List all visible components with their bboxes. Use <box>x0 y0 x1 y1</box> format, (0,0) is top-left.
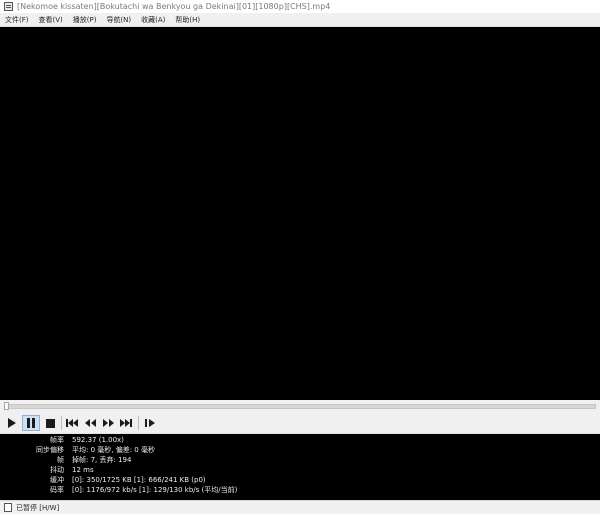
stat-row-jitter: 抖动 12 ms <box>0 466 600 475</box>
stat-value: 平均: 0 毫秒, 偏差: 0 毫秒 <box>72 446 155 454</box>
menu-view[interactable]: 查看(V) <box>34 15 68 25</box>
menu-play[interactable]: 播放(P) <box>68 15 102 25</box>
previous-button[interactable] <box>64 415 80 431</box>
play-button[interactable] <box>4 415 20 431</box>
status-text: 已暂停 [H/W] <box>16 503 60 512</box>
rewind-icon <box>84 419 96 427</box>
stat-label: 缓冲 <box>50 476 64 484</box>
frame-step-button[interactable] <box>142 415 158 431</box>
stat-row-frames: 帧 掉帧: 7, 丢弃: 194 <box>0 456 600 465</box>
stop-icon <box>45 418 55 428</box>
fast-forward-icon <box>102 419 114 427</box>
control-separator <box>61 416 62 430</box>
seek-bar[interactable] <box>0 400 600 412</box>
stat-value: 592.37 (1.00x) <box>72 436 124 444</box>
rewind-button[interactable] <box>82 415 98 431</box>
stat-label: 同步偏移 <box>36 446 64 454</box>
playback-controls <box>0 412 600 434</box>
stat-value: [0]: 1176/972 kb/s [1]: 129/130 kb/s (平均… <box>72 486 238 494</box>
stat-value: [0]: 350/1725 KB [1]: 666/241 KB (p0) <box>72 476 206 484</box>
document-icon <box>4 503 12 512</box>
stat-label: 码率 <box>50 486 64 494</box>
play-icon <box>8 418 16 428</box>
stat-label: 帧率 <box>50 436 64 444</box>
control-separator <box>138 416 139 430</box>
statistics-panel: 帧率 592.37 (1.00x) 同步偏移 平均: 0 毫秒, 偏差: 0 毫… <box>0 434 600 500</box>
skip-back-icon <box>66 419 78 427</box>
window-title: [Nekomoe kissaten][Bokutachi wa Benkyou … <box>17 2 331 11</box>
stop-button[interactable] <box>42 415 58 431</box>
stat-value: 12 ms <box>72 466 94 474</box>
status-bar: 已暂停 [H/W] <box>0 500 600 514</box>
seek-track[interactable] <box>4 404 596 409</box>
frame-step-icon <box>145 419 155 427</box>
stat-row-buffer: 缓冲 [0]: 350/1725 KB [1]: 666/241 KB (p0) <box>0 476 600 485</box>
menu-bar: 文件(F) 查看(V) 播放(P) 导航(N) 收藏(A) 帮助(H) <box>0 13 600 27</box>
stat-label: 帧 <box>57 456 64 464</box>
stat-row-frame-rate: 帧率 592.37 (1.00x) <box>0 436 600 445</box>
skip-forward-icon <box>120 419 132 427</box>
stat-row-sync-offset: 同步偏移 平均: 0 毫秒, 偏差: 0 毫秒 <box>0 446 600 455</box>
fast-forward-button[interactable] <box>100 415 116 431</box>
stat-row-bitrate: 码率 [0]: 1176/972 kb/s [1]: 129/130 kb/s … <box>0 486 600 495</box>
title-bar: [Nekomoe kissaten][Bokutachi wa Benkyou … <box>0 0 600 13</box>
pause-button[interactable] <box>22 415 40 431</box>
next-button[interactable] <box>118 415 134 431</box>
stat-value: 掉帧: 7, 丢弃: 194 <box>72 456 132 464</box>
menu-help[interactable]: 帮助(H) <box>170 15 205 25</box>
pause-icon <box>27 418 35 428</box>
menu-favorites[interactable]: 收藏(A) <box>136 15 170 25</box>
seek-thumb[interactable] <box>4 402 9 410</box>
menu-file[interactable]: 文件(F) <box>0 15 34 25</box>
menu-navigate[interactable]: 导航(N) <box>101 15 136 25</box>
video-area[interactable] <box>0 27 600 400</box>
app-icon <box>4 2 13 11</box>
stat-label: 抖动 <box>50 466 64 474</box>
